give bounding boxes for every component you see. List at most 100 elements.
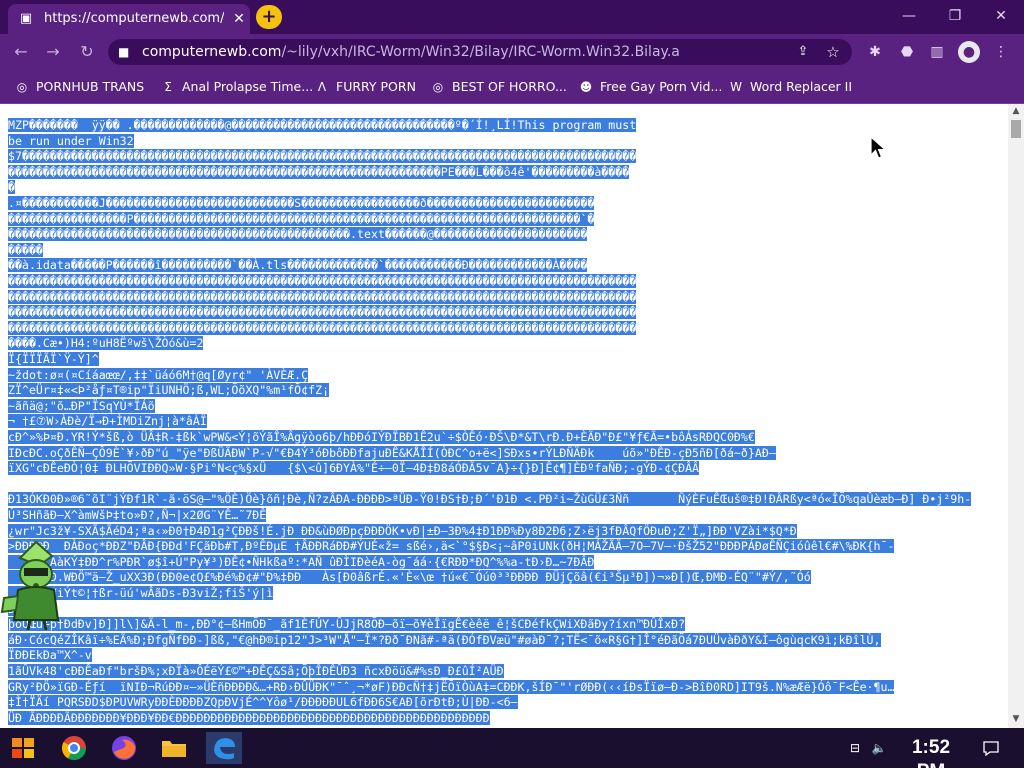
- content-line: $7��������������������������������������…: [8, 149, 1008, 164]
- bookmark-item[interactable]: Σ Anal Prolapse Time...: [160, 77, 313, 97]
- bookmark-label: PORNHUB TRANS: [36, 79, 145, 94]
- selected-text: ~ãñä@;"õ…ÐP"ÏSqYÙ*ÏÁõ: [8, 398, 155, 413]
- content-line: >ÐÐÐ@Ð ÐÀÐoç*ÐÐZ"ÐÂÐ{ÐÐd'FÇãÐb#T,ÐºÊÐµE …: [8, 539, 1008, 554]
- content-line: [8, 477, 1008, 492]
- share-icon[interactable]: ⇪: [794, 43, 812, 61]
- selected-text: ˜Ð.WÐÖ™ä—Ž_uXX3Ð(ÐÐ0e¢Q£%Ðé%Ð¢#"Ð%‡ÐÐ Às…: [8, 570, 811, 585]
- content-line: ��à.idata�����P������î����������`��À.tls…: [8, 258, 1008, 273]
- selected-text: ����������������������������������������…: [8, 227, 588, 242]
- content-line: ïXG"cÐÊeÐÒ¦0‡ ÐLHÕVIÐÐQ»W·§Pi°N<ç%§xÜ {$…: [8, 461, 1008, 476]
- sigma-icon: Σ: [164, 80, 172, 94]
- content-line: ˜Ð.WÐÖ™ä—Ž_uXX3Ð(ÐÐ0e¢Q£%Ðé%Ð¢#"Ð%‡ÐÐ Às…: [8, 570, 1008, 585]
- content-line: ����������������������������������������…: [8, 305, 1008, 320]
- file-explorer-icon[interactable]: [156, 732, 192, 764]
- scroll-up-icon[interactable]: ▲: [1008, 104, 1024, 118]
- selected-text: �����������������P����������������������…: [8, 211, 595, 226]
- extension-avatar-icon[interactable]: ✱: [864, 42, 886, 62]
- selected-text: ¬ †£⑦W›ÀÐè/Ï→Ð+ÌMDiZnj¦à*âÀÏ: [8, 414, 207, 429]
- content-line: �����������������P����������������������…: [8, 211, 1008, 227]
- forward-button[interactable]: →: [42, 42, 64, 62]
- bookmark-item[interactable]: ◎ BEST OF HORRO...: [430, 77, 570, 97]
- content-line: be run under Win32: [8, 133, 1008, 149]
- content-line: Ï{ÏÏÏÃÏ`Ÿ-Ý]^: [8, 352, 1008, 367]
- selected-text: þóÕŒu÷þ†ÐdÐv]Ð]]l\]&Ã-l_m-,ÐÐ°¢—ßHmÕÐ¯_ã…: [8, 617, 686, 632]
- browser-tab[interactable]: ▣ https://computernewb.com/~lily/vxh/IRC…: [8, 4, 250, 34]
- selected-text: áÐ·CócQéZÎKâï÷%EÃ%Ð;ÐfgÑfÐÐ-]ßß,"€@hÐ®ip…: [8, 632, 881, 647]
- content-line: ZÏ^eÜr¤‡«<Þ²åƒ¤T®ip"ÏiUNHÖ;ß,WL;ÕõXQ"%m¹…: [8, 383, 1008, 398]
- content-line: ÏÐÐEkÐa™X^-v: [8, 648, 1008, 663]
- url-text[interactable]: computernewb.com/~lily/vxh/IRC-Worm/Win3…: [142, 44, 762, 60]
- mouse-cursor-icon: [870, 136, 887, 159]
- selected-text: Ï{ÏÏÏÃÏ`Ÿ-Ý]^: [8, 352, 99, 366]
- back-button[interactable]: ←: [10, 42, 32, 62]
- content-line: þóÕŒu÷þ†ÐdÐv]Ð]]l\]&Ã-l_m-,ÐÐ°¢—ßHmÕÐ¯_ã…: [8, 617, 1008, 632]
- lock-icon[interactable]: ■: [118, 44, 132, 60]
- new-tab-button[interactable]: +: [256, 5, 282, 29]
- content-line: .¤�����������J��������������������������…: [8, 196, 1008, 211]
- content-line: ����������������������������������������…: [8, 289, 1008, 305]
- restore-button[interactable]: ❐: [944, 6, 966, 26]
- side-panel-icon[interactable]: ▥: [926, 42, 948, 62]
- content-line: ¥iÝt©¦†ßr-üú'wÂãDs-Ð3viŽ;fiŠ'ý|ì: [8, 586, 1008, 601]
- selected-text: MZP������� ÿÿ�� .�������������@���������…: [8, 118, 637, 132]
- minimize-button[interactable]: —: [898, 6, 920, 26]
- notification-icon[interactable]: [982, 740, 1000, 756]
- bookmark-star-icon[interactable]: ☆: [824, 43, 842, 61]
- scroll-thumb[interactable]: [1011, 120, 1021, 138]
- selected-text: �����: [8, 242, 43, 257]
- page-content[interactable]: MZP������� ÿÿ�� .�������������@���������…: [0, 104, 1008, 728]
- bookmark-item[interactable]: W Word Replacer II: [728, 77, 868, 97]
- selected-text: ����������������������������������������…: [8, 305, 637, 320]
- address-bar[interactable]: ■ computernewb.com/~lily/vxh/IRC-Worm/Wi…: [108, 39, 852, 65]
- selected-text: ‡Ì†ÏÄí PQRSÐD$ÐPUVWRyÐÐÈÐÐÐÐZQpÐVjÉ^^Yôø…: [8, 695, 518, 710]
- bookmark-label: Word Replacer II: [750, 79, 853, 94]
- selected-text: $7��������������������������������������…: [8, 149, 637, 164]
- selected-text: ïXG"cÐÊeÐÒ¦0‡ ÐLHÕVIÐÐQ»W·§Pi°N<ç%§xÜ {$…: [8, 461, 700, 476]
- bookmark-label: Anal Prolapse Time...: [182, 79, 314, 94]
- extensions-puzzle-icon[interactable]: ⬣: [896, 42, 918, 62]
- content-line: áÐ·CócQéZÎKâï÷%EÃ%Ð;ÐfgÑfÐÐ-]ßß,"€@hÐ®ip…: [8, 632, 1008, 648]
- content-line: ����������������������������������������…: [8, 274, 1008, 289]
- reload-button[interactable]: ↻: [76, 42, 98, 62]
- start-button-icon[interactable]: [6, 732, 42, 764]
- volume-icon[interactable]: 🔈: [870, 740, 888, 756]
- url-path: /~lily/vxh/IRC-Worm/Win32/Bilay/IRC-Worm…: [281, 44, 680, 60]
- selected-text: cÐ^»%Þ¤Ð.YR!Ý*šß,ò ÜÂ‡R-‡ßk`wPW&<Ý¦õÝãÎ%…: [8, 430, 755, 444]
- toolbar: ← → ↻ ■ computernewb.com/~lily/vxh/IRC-W…: [0, 34, 1024, 70]
- content-line: GRy²ÐÖ»ïGÐ-Éƒí ïNIÐ¬RúÐÐ¤—»ÜÈñÐÐÐÐ&…+RÐ›…: [8, 679, 1008, 695]
- vertical-scrollbar[interactable]: ▲ ▼: [1008, 104, 1024, 728]
- profile-avatar[interactable]: ●: [958, 41, 980, 63]
- firefox-icon[interactable]: [106, 732, 142, 764]
- selected-text: ZÏ^eÜr¤‡«<Þ²åƒ¤T®ip"ÏiUNHÖ;ß,WL;ÕõXQ"%m¹…: [8, 383, 330, 398]
- chrome-icon[interactable]: [56, 732, 92, 764]
- selected-text: .¤�����������J��������������������������…: [8, 196, 595, 210]
- selected-text: ÜÐ ÃÐÐÐÐÃÐÐÐÐÐÐÐ¥ÐÐÐ¥ÐÐ€ÐÐÐÐÐÐÐÐÐÐÐÐÐÐÐÐ…: [8, 710, 490, 725]
- edge-icon[interactable]: [206, 732, 242, 764]
- scroll-down-icon[interactable]: ▼: [1008, 712, 1024, 726]
- bookmark-item[interactable]: ◎ PORNHUB TRANS: [14, 77, 154, 97]
- selected-text: Ð13ÓKÐ0Ð»®6˜õI¨jÝÐf1R`-ã·öS@–"%ÖÈ)Öè}õñ¦…: [8, 492, 972, 507]
- taskbar-clock[interactable]: 1:52 PM: [896, 736, 966, 782]
- selected-text: ~ždot:ø¤(¤Cíáaœœ/,‡‡`üáó6M†@q[Øyr¢" 'ÀVÈ…: [8, 367, 309, 382]
- content-line: ����������������������������������������…: [8, 164, 1008, 180]
- tab-close-icon[interactable]: ✕: [230, 10, 248, 28]
- window-close-button[interactable]: ✕: [990, 6, 1012, 26]
- lambda-icon: Λ: [317, 80, 327, 94]
- selected-text: GRy²ÐÖ»ïGÐ-Éƒí ïNIÐ¬RúÐÐ¤—»ÜÈñÐÐÐÐ&…+RÐ›…: [8, 679, 895, 694]
- selected-text: ����������������������������������������…: [8, 289, 637, 304]
- menu-icon[interactable]: ⋮: [990, 42, 1012, 62]
- bookmark-item[interactable]: Λ FURRY PORN: [314, 77, 420, 97]
- content-line: ÜÐ ÃÐÐÐÐÃÐÐÐÐÐÐÐ¥ÐÐÐ¥ÐÐ€ÐÐÐÐÐÐÐÐÐÐÐÐÐÐÐÐ…: [8, 710, 1008, 726]
- taskbar: ⊟ 🔈 1:52 PM: [0, 728, 1024, 782]
- tab-favicon-icon: ▣: [19, 11, 33, 26]
- selected-text: ����.Cæ•)H4:ºuH8Ëºwš\ŽÒó&ù=2: [8, 336, 204, 351]
- selected-text: be run under Win32: [8, 133, 134, 148]
- globe-icon: ◎: [432, 80, 444, 94]
- network-icon[interactable]: ⊟: [846, 740, 864, 756]
- selected-text: ÏÐÐEkÐa™X^-v: [8, 648, 92, 663]
- content-line: ‡Ì†ÏÄí PQRSÐD$ÐPUVWRyÐÐÈÐÐÐÐZQpÐVjÉ^^Yôø…: [8, 695, 1008, 710]
- selected-text: ����������������������������������������…: [8, 320, 637, 335]
- bookmark-item[interactable]: ☻ Free Gay Porn Vid...: [578, 77, 723, 97]
- content-line: ~ždot:ø¤(¤Cíáaœœ/,‡‡`üáó6M†@q[Øyr¢" 'ÀVÈ…: [8, 367, 1008, 383]
- selected-text: ¿wr"Jc3ž¥-SXÃ$ÃéD4;ªa‹»Ð0†Ð4Ð1g²ÇÐÐš!É.j…: [8, 523, 797, 538]
